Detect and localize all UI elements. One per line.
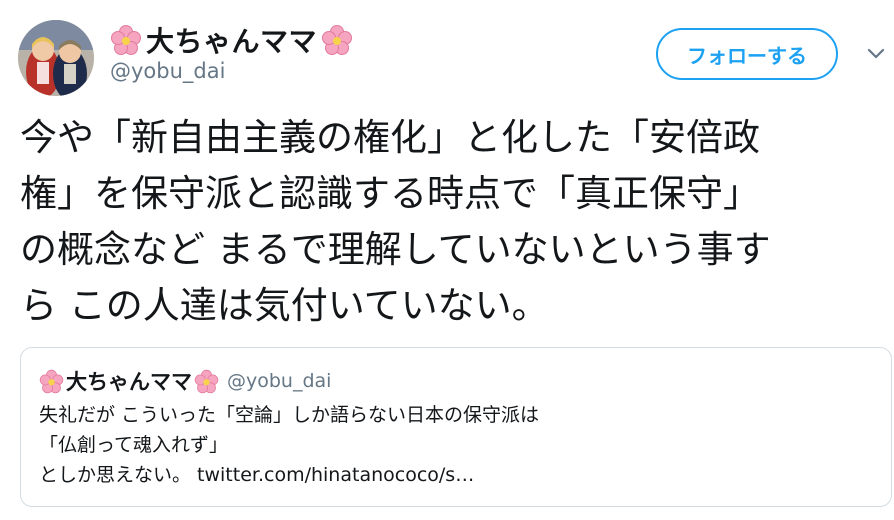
display-name-row[interactable]: 大ちゃんママ [110, 20, 353, 60]
tweet-text: 今や「新自由主義の権化」と化した「安倍政 権」を保守派と認識する時点で「真正保守… [20, 110, 890, 334]
chevron-down-icon[interactable] [862, 40, 890, 68]
quoted-text-line: 「仏創って魂入れず」 [39, 434, 229, 456]
cherry-blossom-icon [321, 24, 353, 56]
quoted-handle: @yobu_dai [227, 370, 332, 392]
quoted-text-line: 失礼だが こういった「空論」しか語らない日本の保守派は [39, 404, 540, 426]
quoted-tweet-header: 大ちゃんママ @yobu_dai [39, 366, 331, 396]
display-name: 大ちゃんママ [146, 25, 318, 58]
avatar[interactable] [18, 20, 94, 96]
tweet-text-line: ら この人達は気付いていない。 [20, 284, 549, 327]
quoted-tweet[interactable]: 大ちゃんママ @yobu_dai 失礼だが こういった「空論」しか語らない日本の… [20, 347, 892, 507]
follow-button[interactable]: フォローする [656, 28, 838, 80]
tweet-text-line: の概念など まるで理解していないという事す [20, 228, 771, 271]
tweet-text-line: 今や「新自由主義の権化」と化した「安倍政 [20, 116, 760, 159]
tweet-text-line: 権」を保守派と認識する時点で「真正保守」 [20, 172, 760, 215]
quoted-tweet-text: 失礼だが こういった「空論」しか語らない日本の保守派は 「仏創って魂入れず」 と… [39, 400, 539, 490]
cherry-blossom-icon [39, 369, 64, 394]
cherry-blossom-icon [194, 369, 219, 394]
user-handle[interactable]: @yobu_dai [110, 59, 225, 83]
quoted-text-line: としか思えない。 twitter.com/hinatanococo/s… [39, 464, 475, 486]
quoted-display-name: 大ちゃんママ [66, 370, 192, 394]
cherry-blossom-icon [110, 24, 142, 56]
